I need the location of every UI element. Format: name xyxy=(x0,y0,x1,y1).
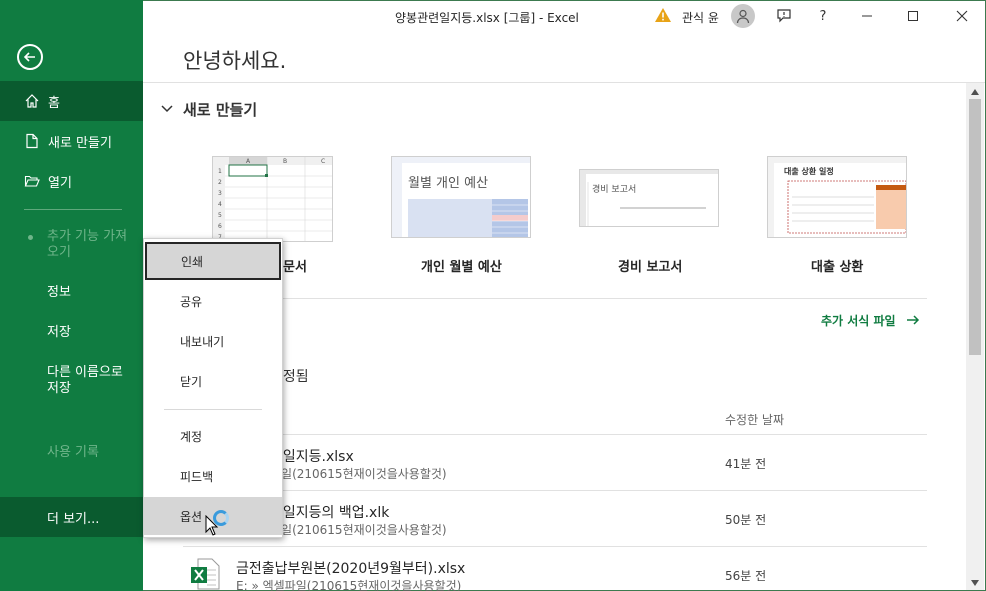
sidebar-item-save-as[interactable]: 다른 이름으로 저장 xyxy=(47,365,132,397)
menu-item-account[interactable]: 계정 xyxy=(144,417,282,455)
template-thumb-title: 대출 상환 일정 xyxy=(784,167,834,176)
template-expense-report[interactable]: 경비 보고서 xyxy=(579,169,719,227)
arrow-left-icon xyxy=(23,52,35,62)
template-thumb-title: 월별 개인 예산 xyxy=(408,176,489,191)
avatar[interactable] xyxy=(731,4,755,28)
close-icon xyxy=(956,10,968,22)
scroll-up-button[interactable] xyxy=(966,85,984,99)
template-blank-workbook[interactable]: ABC 123 4567 xyxy=(212,156,333,242)
sidebar-item-info[interactable]: 정보 xyxy=(47,285,71,301)
arrow-right-icon xyxy=(906,314,920,328)
close-button[interactable] xyxy=(939,0,985,32)
sidebar-item-label: 홈 xyxy=(48,95,60,111)
sidebar-item-addins[interactable]: 추가 기능 가져오기 xyxy=(24,229,134,263)
template-thumb-title: 경비 보고서 xyxy=(592,185,637,195)
back-button[interactable] xyxy=(17,44,43,70)
sidebar-item-label: 열기 xyxy=(48,175,72,191)
loading-dot-icon xyxy=(28,235,33,240)
header-divider xyxy=(143,82,985,83)
template-label: 문서 xyxy=(283,260,307,275)
sidebar-separator xyxy=(24,209,122,210)
section-divider xyxy=(183,298,927,299)
modified-date-header[interactable]: 수정한 날짜 xyxy=(725,411,784,428)
minimize-icon xyxy=(862,15,872,17)
scroll-down-button[interactable] xyxy=(966,576,984,590)
svg-text:1: 1 xyxy=(218,168,222,175)
sidebar-item-label: 더 보기... xyxy=(47,511,100,527)
mouse-cursor-icon xyxy=(205,514,219,541)
home-icon xyxy=(24,93,40,109)
greeting: 안녕하세요. xyxy=(183,49,287,73)
svg-text:4: 4 xyxy=(218,201,222,208)
menu-item-share[interactable]: 공유 xyxy=(144,282,282,320)
svg-text:5: 5 xyxy=(218,212,222,219)
sidebar-item-save[interactable]: 저장 xyxy=(47,325,71,341)
sidebar-item-label: 새로 만들기 xyxy=(48,135,112,151)
maximize-button[interactable] xyxy=(890,0,936,32)
scroll-thumb[interactable] xyxy=(969,99,981,355)
maximize-icon xyxy=(908,11,918,21)
svg-text:6: 6 xyxy=(218,223,222,230)
excel-file-icon xyxy=(190,558,220,590)
template-label: 경비 보고서 xyxy=(618,260,683,275)
file-name: 련일지등의 백업.xlk xyxy=(270,505,390,521)
template-thumbnail: 경비 보고서 xyxy=(579,169,719,227)
sidebar-item-history[interactable]: 사용 기록 xyxy=(47,445,99,461)
sidebar-item-home[interactable]: 홈 xyxy=(0,81,143,121)
file-time: 56분 전 xyxy=(725,569,767,583)
row-divider xyxy=(183,434,927,435)
row-divider xyxy=(183,490,927,491)
template-monthly-budget[interactable]: 월별 개인 예산 xyxy=(391,156,531,238)
svg-text:3: 3 xyxy=(218,190,222,197)
sidebar-item-more[interactable]: 더 보기... xyxy=(0,497,143,537)
vertical-scrollbar[interactable] xyxy=(966,83,984,590)
menu-item-export[interactable]: 내보내기 xyxy=(144,322,282,360)
triangle-up-icon xyxy=(971,89,979,95)
new-section-toggle[interactable]: 새로 만들기 xyxy=(161,99,257,120)
template-loan-amortization[interactable]: 대출 상환 일정 xyxy=(767,156,907,238)
file-time: 41분 전 xyxy=(725,457,767,471)
user-name[interactable]: 관식 윤 xyxy=(682,9,719,26)
chevron-down-icon xyxy=(161,103,173,116)
template-thumbnail: 월별 개인 예산 xyxy=(391,156,531,238)
menu-separator xyxy=(164,409,262,410)
template-label: 개인 월별 예산 xyxy=(421,260,502,275)
sidebar-item-new[interactable]: 새로 만들기 xyxy=(0,121,143,161)
row-divider xyxy=(183,546,927,547)
template-thumbnail: 대출 상환 일정 xyxy=(767,156,907,238)
svg-text:2: 2 xyxy=(218,179,222,186)
svg-text:C: C xyxy=(321,158,325,165)
sidebar-item-open[interactable]: 열기 xyxy=(0,161,143,201)
person-icon xyxy=(736,9,750,24)
warning-icon[interactable] xyxy=(654,7,672,27)
file-name: 금전출납부원본(2020년9월부터).xlsx xyxy=(236,561,466,577)
file-path: 파일(210615현재이것을사용할것) xyxy=(270,467,447,481)
template-label: 대출 상환 xyxy=(811,260,864,275)
folder-open-icon xyxy=(24,173,40,189)
file-path: 파일(210615현재이것을사용할것) xyxy=(270,523,447,537)
menu-item-print[interactable]: 인쇄 xyxy=(145,242,281,280)
minimize-button[interactable] xyxy=(844,0,890,32)
new-document-icon xyxy=(24,133,40,149)
menu-item-feedback[interactable]: 피드백 xyxy=(144,457,282,495)
file-time: 50분 전 xyxy=(725,513,767,527)
triangle-down-icon xyxy=(971,580,979,586)
svg-text:B: B xyxy=(283,158,287,165)
template-thumbnail: ABC 123 4567 xyxy=(212,156,333,242)
feedback-icon xyxy=(777,9,791,23)
title-bar: 양봉관련일지등.xlsx [그룹] - Excel 관식 윤 ? xyxy=(143,0,985,32)
more-flyout-menu: 인쇄 공유 내보내기 닫기 계정 피드백 옵션 xyxy=(143,238,283,538)
menu-item-close[interactable]: 닫기 xyxy=(144,362,282,400)
backstage-sidebar: 홈 새로 만들기 열기 추가 기능 가져오기 정보 저장 다른 이름으로 저장 … xyxy=(0,0,143,591)
more-templates-link[interactable]: 추가 서식 파일 xyxy=(821,312,920,329)
file-path: E: » 엑셀파일(210615현재이것을사용할것) xyxy=(236,579,462,591)
window-title: 양봉관련일지등.xlsx [그룹] - Excel xyxy=(395,11,579,25)
help-button[interactable]: ? xyxy=(800,0,846,32)
section-title: 새로 만들기 xyxy=(183,101,258,119)
